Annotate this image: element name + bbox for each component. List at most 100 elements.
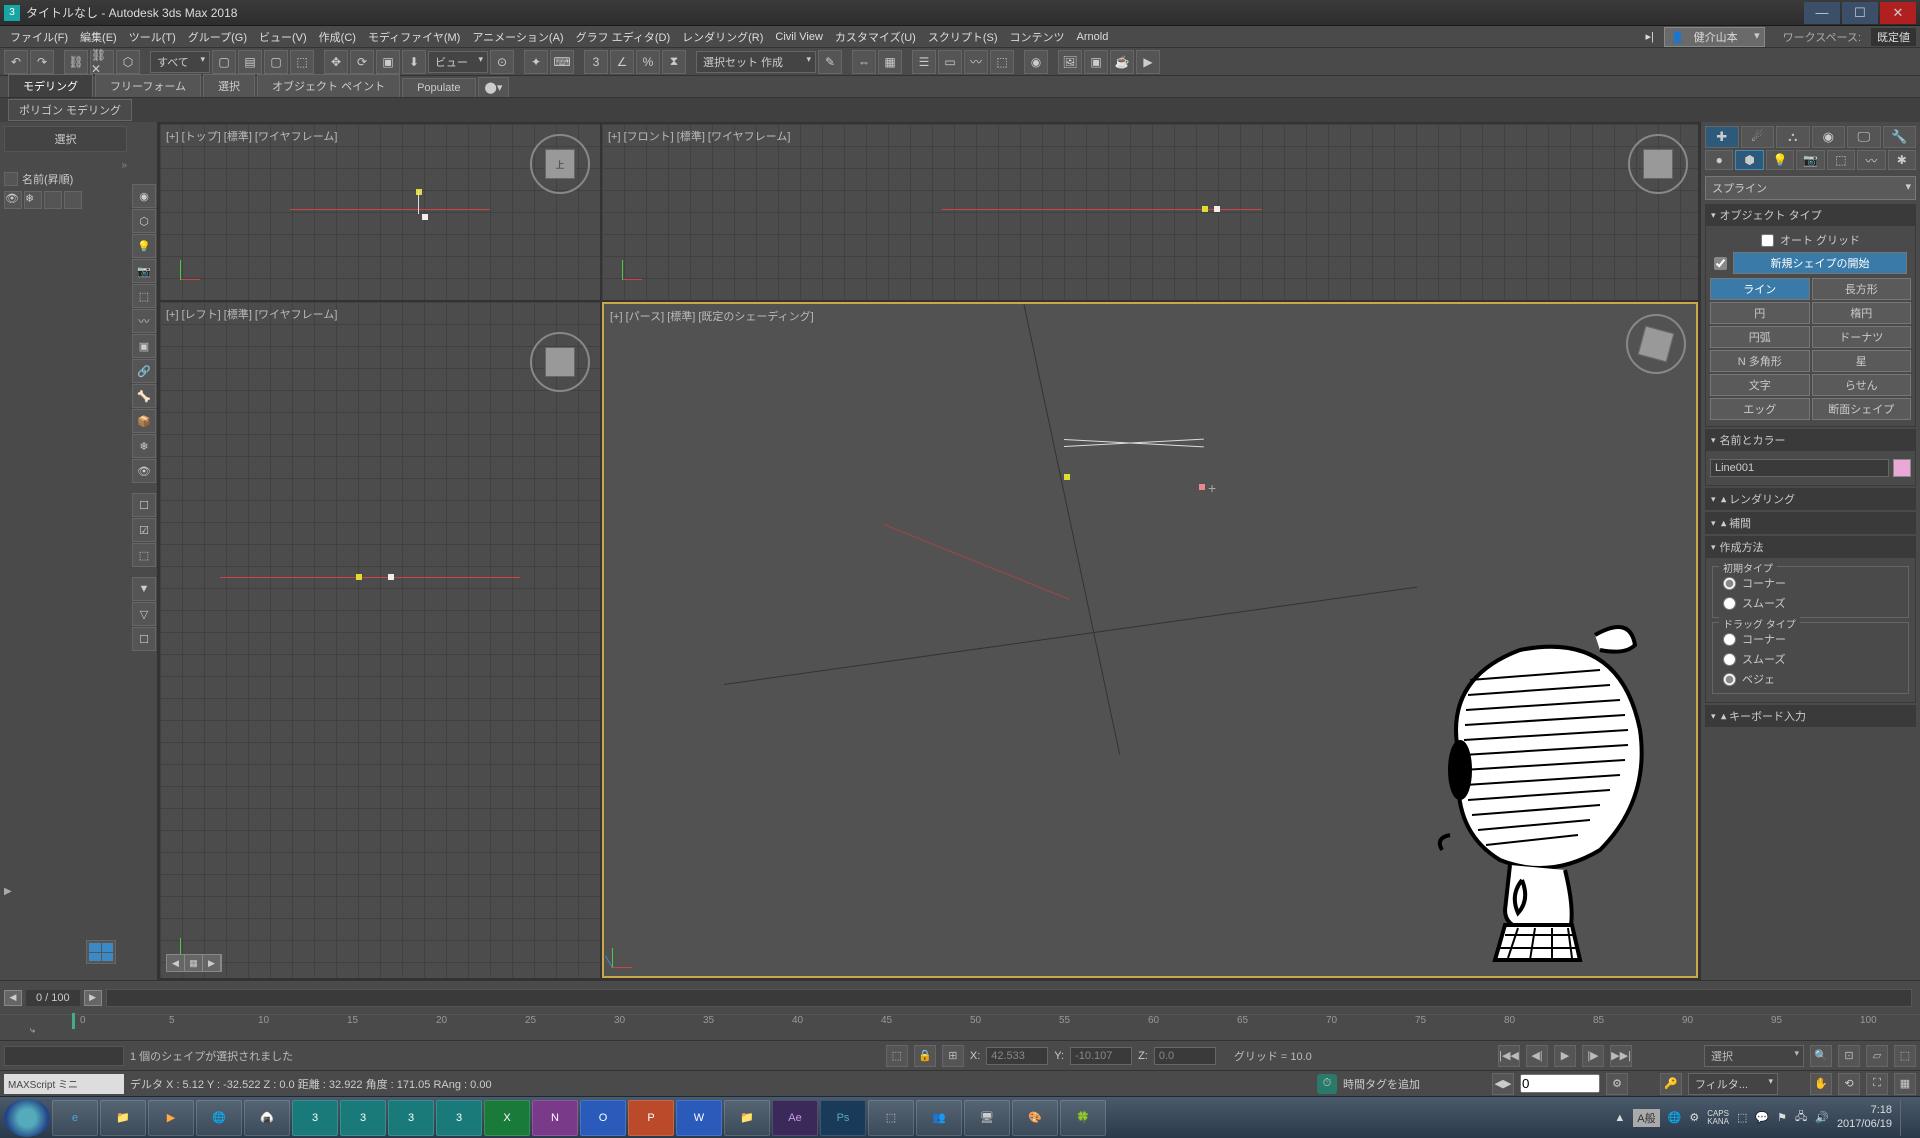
bind-button[interactable]: ⬡ xyxy=(116,50,140,74)
workspace-value[interactable]: 既定値 xyxy=(1871,28,1916,46)
taskbar-folder-2[interactable]: 📁 xyxy=(724,1100,770,1136)
taskbar-outlook[interactable]: O xyxy=(580,1100,626,1136)
render-button[interactable]: ☕ xyxy=(1110,50,1134,74)
select-region-button[interactable]: ▢ xyxy=(264,50,288,74)
key-mode-button[interactable]: ◀▶ xyxy=(1492,1073,1514,1095)
tray-expand-icon[interactable]: ▲ xyxy=(1614,1112,1625,1124)
play-button[interactable]: ▶ xyxy=(1554,1045,1576,1067)
geometry-subtab[interactable]: ● xyxy=(1705,150,1733,170)
pivot-button[interactable]: ⊙ xyxy=(490,50,514,74)
time-slider-marker[interactable] xyxy=(72,1013,75,1029)
menu-create[interactable]: 作成(C) xyxy=(313,29,362,45)
helix-button[interactable]: らせん xyxy=(1812,374,1912,396)
viewport-top[interactable]: [+] [トップ] [標準] [ワイヤフレーム] 上 xyxy=(160,124,600,300)
viewport-front[interactable]: [+] [フロント] [標準] [ワイヤフレーム] xyxy=(602,124,1698,300)
snap-toggle[interactable]: 3 xyxy=(584,50,608,74)
zoom-region-button[interactable]: ⬚ xyxy=(1894,1045,1916,1067)
tray-network-icon[interactable]: 🖧 xyxy=(1795,1108,1807,1127)
align-button[interactable]: ▦ xyxy=(878,50,902,74)
time-tag-icon[interactable]: ⏱ xyxy=(1317,1074,1337,1094)
lock-selection-button[interactable]: 🔒 xyxy=(914,1045,936,1067)
display-none-icon[interactable]: ☐ xyxy=(132,493,156,517)
refcoord-dropdown[interactable]: ビュー xyxy=(428,51,488,73)
filter-hidden-icon[interactable]: 👁 xyxy=(132,459,156,483)
curve-editor-button[interactable]: 〰 xyxy=(964,50,988,74)
subtab-polymodeling[interactable]: ポリゴン モデリング xyxy=(8,99,132,121)
close-button[interactable]: ✕ xyxy=(1880,2,1916,24)
helpers-subtab[interactable]: ⬚ xyxy=(1827,150,1855,170)
render-preview-button[interactable]: ▶ xyxy=(1136,50,1160,74)
selection-set-dropdown[interactable]: 選択セット 作成 xyxy=(696,51,816,73)
select-mode-dropdown[interactable]: 選択 xyxy=(1704,1045,1804,1067)
prev-frame-button[interactable]: ◀| xyxy=(1526,1045,1548,1067)
help-icon[interactable]: ▸| xyxy=(1639,30,1659,43)
taskbar-3dsmax-1[interactable]: 3 xyxy=(292,1100,338,1136)
timeline-next-button[interactable]: ▶ xyxy=(84,990,102,1006)
pan-button[interactable]: ✋ xyxy=(1810,1073,1832,1095)
tray-flag-icon[interactable]: ⚑ xyxy=(1777,1111,1787,1124)
angle-snap[interactable]: ∠ xyxy=(610,50,634,74)
taskbar-aftereffects[interactable]: Ae xyxy=(772,1100,818,1136)
menu-content[interactable]: コンテンツ xyxy=(1004,29,1071,45)
unlink-button[interactable]: ⛓✕ xyxy=(90,50,114,74)
tab-objectpaint[interactable]: オブジェクト ペイント xyxy=(257,74,400,97)
nav-prev-button[interactable]: ◀ xyxy=(167,955,185,971)
select-button[interactable]: ▢ xyxy=(212,50,236,74)
menu-script[interactable]: スクリプト(S) xyxy=(922,29,1004,45)
taskbar-excel[interactable]: X xyxy=(484,1100,530,1136)
rollout-render-header[interactable]: ▸レンダリング xyxy=(1705,488,1916,510)
ime-status[interactable]: A般 xyxy=(1633,1109,1659,1127)
maximize-viewport-button[interactable]: ⛶ xyxy=(1866,1073,1888,1095)
list-icon-1[interactable]: 👁 xyxy=(4,191,22,209)
selset-edit-button[interactable]: ✎ xyxy=(818,50,842,74)
tray-icon-4[interactable]: 💬 xyxy=(1755,1111,1769,1124)
display-tab[interactable]: 🖵 xyxy=(1847,126,1881,148)
menu-edit[interactable]: 編集(E) xyxy=(74,29,123,45)
y-input[interactable] xyxy=(1070,1047,1132,1065)
viewport-left-label[interactable]: [+] [レフト] [標準] [ワイヤフレーム] xyxy=(166,306,337,322)
filter-cameras-icon[interactable]: 📷 xyxy=(132,259,156,283)
section-button[interactable]: 断面シェイプ xyxy=(1812,398,1912,420)
display-all-icon[interactable]: ☑ xyxy=(132,518,156,542)
utilities-tab[interactable]: 🔧 xyxy=(1883,126,1917,148)
tab-modeling[interactable]: モデリング xyxy=(8,74,93,97)
taskbar-explorer[interactable]: 📁 xyxy=(100,1100,146,1136)
lights-subtab[interactable]: 💡 xyxy=(1766,150,1794,170)
tab-freeform[interactable]: フリーフォーム xyxy=(95,74,201,97)
menu-civilview[interactable]: Civil View xyxy=(769,31,828,43)
manipulate-button[interactable]: ✦ xyxy=(524,50,548,74)
window-crossing-button[interactable]: ⬚ xyxy=(290,50,314,74)
nav-grid-button[interactable]: ▦ xyxy=(185,955,203,971)
x-input[interactable] xyxy=(986,1047,1048,1065)
taskbar-app-2[interactable]: ⬚ xyxy=(868,1100,914,1136)
keyboard-button[interactable]: ⌨ xyxy=(550,50,574,74)
viewport-left[interactable]: [+] [レフト] [標準] [ワイヤフレーム] ◀ ▦ ▶ xyxy=(160,302,600,978)
taskbar-app-1[interactable]: 🍙 xyxy=(244,1100,290,1136)
tray-icon-3[interactable]: ⬚ xyxy=(1737,1111,1747,1124)
timeline-prev-button[interactable]: ◀ xyxy=(4,990,22,1006)
isolate-selection-button[interactable]: ⬚ xyxy=(886,1045,908,1067)
frame-range-label[interactable]: 0 / 100 xyxy=(26,990,80,1006)
taskbar-photoshop[interactable]: Ps xyxy=(820,1100,866,1136)
taskbar-app-4[interactable]: 🖥 xyxy=(964,1100,1010,1136)
taskbar-mediaplayer[interactable]: ▶ xyxy=(148,1100,194,1136)
selection-filter-dropdown[interactable]: すべて xyxy=(150,51,210,73)
timeline-track[interactable] xyxy=(106,989,1912,1007)
tab-selection[interactable]: 選択 xyxy=(203,74,255,97)
link-button[interactable]: ⛓ xyxy=(64,50,88,74)
filter-helpers-icon[interactable]: ⬚ xyxy=(132,284,156,308)
taskbar-3dsmax-3[interactable]: 3 xyxy=(388,1100,434,1136)
filter-lights-icon[interactable]: 💡 xyxy=(132,234,156,258)
next-frame-button[interactable]: |▶ xyxy=(1582,1045,1604,1067)
filter-bones-icon[interactable]: 🦴 xyxy=(132,384,156,408)
filter-containers-icon[interactable]: 📦 xyxy=(132,409,156,433)
menu-animation[interactable]: アニメーション(A) xyxy=(466,29,569,45)
render-setup-button[interactable]: 🖼 xyxy=(1058,50,1082,74)
time-ruler[interactable]: ⤷ 05101520253035404550556065707580859095… xyxy=(0,1014,1920,1040)
percent-snap[interactable]: % xyxy=(636,50,660,74)
material-editor-button[interactable]: ◉ xyxy=(1024,50,1048,74)
list-icon-4[interactable] xyxy=(64,191,82,209)
goto-end-button[interactable]: ▶▶| xyxy=(1610,1045,1632,1067)
set-key-button[interactable]: 🔑 xyxy=(1660,1073,1682,1095)
menu-arnold[interactable]: Arnold xyxy=(1071,31,1115,43)
